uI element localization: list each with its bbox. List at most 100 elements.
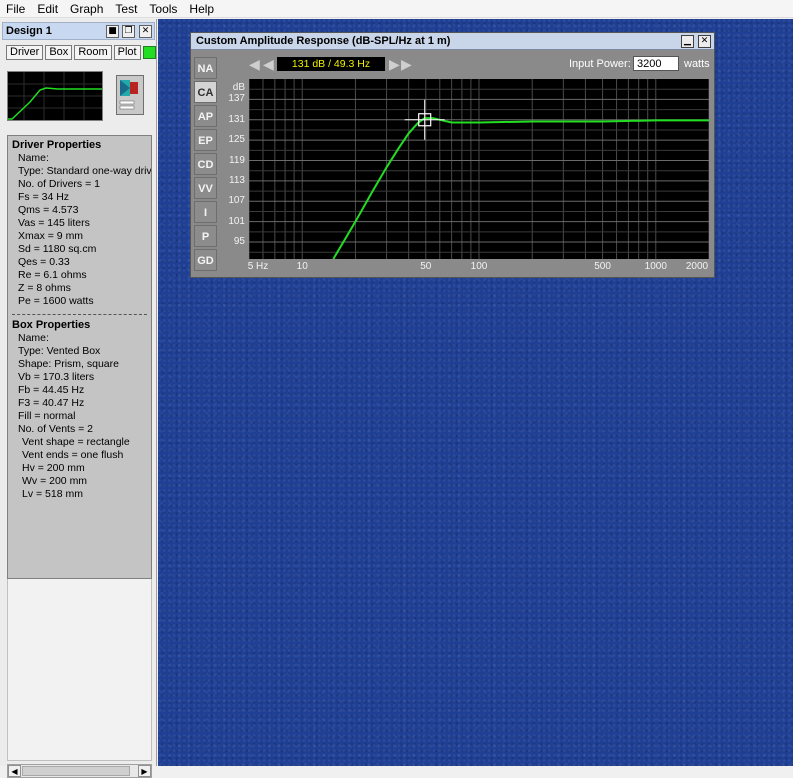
x-tick-label: 5 Hz	[247, 261, 269, 272]
input-power-field[interactable]	[633, 56, 679, 71]
plot-area[interactable]	[248, 79, 710, 260]
box-properties-title: Box Properties	[12, 319, 91, 331]
x-tick-label: 2000	[685, 261, 709, 272]
property-line: Fb = 44.45 Hz	[18, 384, 85, 396]
property-line: Wv = 200 mm	[22, 475, 88, 487]
y-axis-label: dB	[232, 82, 245, 93]
section-divider	[12, 314, 147, 315]
property-line: Hv = 200 mm	[22, 462, 85, 474]
menu-tools[interactable]: Tools	[143, 0, 183, 18]
tab-cd[interactable]: CD	[194, 153, 217, 175]
tab-i[interactable]: I	[194, 201, 217, 223]
property-line: Type: Standard one-way driver	[18, 165, 152, 177]
tab-plot[interactable]: Plot	[113, 45, 141, 60]
tab-room[interactable]: Room	[74, 45, 112, 60]
y-tick-label: 131	[228, 113, 245, 125]
property-line: Pe = 1600 watts	[18, 295, 94, 307]
property-line: F3 = 40.47 Hz	[18, 397, 85, 409]
y-tick-label: 107	[228, 195, 245, 207]
y-tick-label: 95	[233, 236, 245, 248]
menu-file[interactable]: File	[0, 0, 31, 18]
tab-ap[interactable]: AP	[194, 105, 217, 127]
property-line: Type: Vented Box	[18, 345, 101, 357]
y-tick-label: 137	[228, 93, 245, 105]
y-tick-label: 125	[228, 134, 245, 146]
driver-properties: Name: Type: Standard one-way driver No. of…	[8, 152, 151, 308]
properties-list: Driver Properties Name: Type: Standard on…	[7, 135, 152, 579]
x-tick-label: 1000	[644, 261, 667, 272]
plot-color-swatch[interactable]	[142, 46, 156, 59]
scroll-right-icon[interactable]: ▶	[138, 765, 151, 777]
vent-properties: Vent shape = rectangle Vent ends = one fl…	[8, 436, 151, 501]
minimize-icon[interactable]: ▁	[681, 35, 694, 48]
tab-p[interactable]: P	[194, 225, 217, 247]
property-line: Qes = 0.33	[18, 256, 70, 268]
design-title-bar[interactable]: Design 1 ■ ❐ ✕	[2, 22, 155, 40]
tab-ep[interactable]: EP	[194, 129, 217, 151]
property-line: Re = 6.1 ohms	[18, 269, 87, 281]
tab-vv[interactable]: VV	[194, 177, 217, 199]
property-line: Name:	[18, 332, 49, 344]
menu-bar: File Edit Graph Test Tools Help	[0, 0, 793, 18]
x-tick-label: 50	[420, 261, 432, 272]
scroll-thumb[interactable]	[22, 766, 130, 776]
menu-edit[interactable]: Edit	[31, 0, 64, 18]
speaker-box-icon[interactable]	[116, 75, 144, 115]
property-line: Lv = 518 mm	[22, 488, 83, 500]
design-title: Design 1	[6, 25, 52, 37]
design-tabs: Driver Box Room Plot	[6, 45, 156, 60]
properties-empty-area	[7, 579, 152, 761]
close-icon[interactable]: ✕	[698, 35, 711, 48]
horizontal-scrollbar[interactable]: ◀ ▶	[7, 764, 152, 778]
property-line: Fill = normal	[18, 410, 76, 422]
property-line: Shape: Prism, square	[18, 358, 119, 370]
save-icon[interactable]: ■	[106, 25, 119, 38]
y-tick-label: 101	[228, 215, 245, 227]
property-line: Vent shape = rectangle	[22, 436, 130, 448]
x-tick-label: 100	[470, 261, 488, 272]
menu-test[interactable]: Test	[109, 0, 143, 18]
amplitude-chart	[248, 79, 710, 260]
input-power-label: Input Power:	[569, 58, 631, 70]
restore-icon[interactable]: ❐	[122, 25, 135, 38]
nav-first-icon[interactable]: ◀	[249, 57, 260, 73]
property-line: No. of Vents = 2	[18, 423, 94, 435]
series-line	[332, 117, 709, 260]
y-tick-label: 119	[229, 154, 245, 166]
response-thumbnail[interactable]	[7, 71, 103, 121]
scroll-left-icon[interactable]: ◀	[8, 765, 21, 777]
property-line: Vb = 170.3 liters	[18, 371, 95, 383]
property-line: Fs = 34 Hz	[18, 191, 70, 203]
tab-gd[interactable]: GD	[194, 249, 217, 271]
menu-graph[interactable]: Graph	[64, 0, 109, 18]
tab-na[interactable]: NA	[194, 57, 217, 79]
amplitude-response-window: Custom Amplitude Response (dB-SPL/Hz at …	[190, 32, 715, 278]
nav-prev-icon[interactable]: ◀	[263, 57, 274, 73]
box-properties: Name: Type: Vented Box Shape: Prism, squar…	[8, 332, 151, 436]
design-panel: Design 1 ■ ❐ ✕ Driver Box Room Plot Driv…	[0, 19, 157, 778]
driver-properties-title: Driver Properties	[12, 139, 102, 151]
cursor-readout: 131 dB / 49.3 Hz	[277, 57, 385, 71]
thumbnail-graph	[8, 72, 102, 120]
nav-last-icon[interactable]: ▶	[401, 57, 412, 73]
chart-window-title: Custom Amplitude Response (dB-SPL/Hz at …	[196, 35, 451, 47]
property-line: Vas = 145 liters	[18, 217, 90, 229]
property-line: Z = 8 ohms	[18, 282, 71, 294]
chart-window-title-bar[interactable]: Custom Amplitude Response (dB-SPL/Hz at …	[191, 33, 714, 50]
tab-ca[interactable]: CA	[194, 81, 217, 103]
y-tick-label: 113	[229, 174, 245, 186]
input-power-unit: watts	[684, 58, 710, 70]
close-icon[interactable]: ✕	[139, 25, 152, 38]
property-line: No. of Drivers = 1	[18, 178, 100, 190]
property-line: Xmax = 9 mm	[18, 230, 84, 242]
tab-box[interactable]: Box	[45, 45, 73, 60]
x-tick-label: 500	[594, 261, 611, 272]
property-line: Qms = 4.573	[18, 204, 79, 216]
x-tick-label: 10	[296, 261, 308, 272]
nav-next-icon[interactable]: ▶	[389, 57, 400, 73]
property-line: Name:	[18, 152, 49, 164]
property-line: Vent ends = one flush	[22, 449, 124, 461]
menu-help[interactable]: Help	[183, 0, 220, 18]
tab-driver[interactable]: Driver	[6, 45, 44, 60]
property-line: Sd = 1180 sq.cm	[18, 243, 97, 255]
